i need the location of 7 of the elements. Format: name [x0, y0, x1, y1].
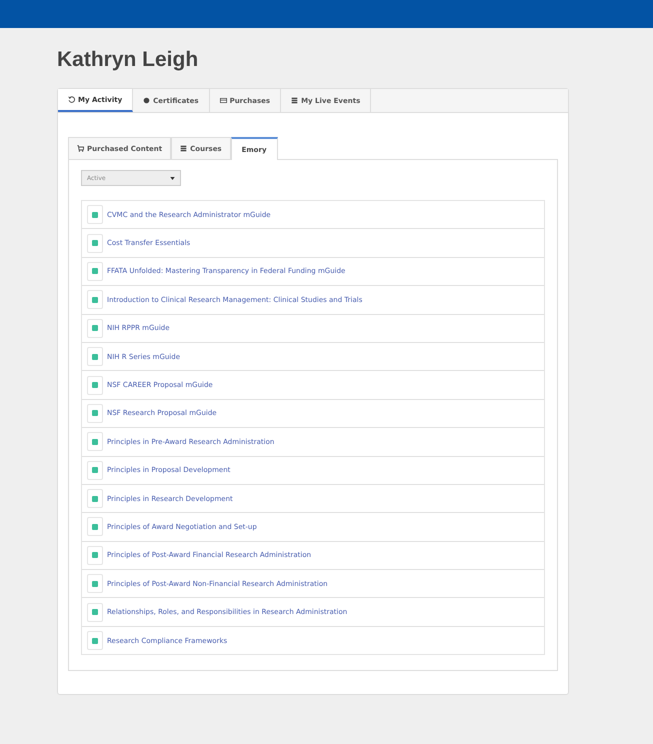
card-icon [220, 97, 227, 104]
history-icon [68, 96, 75, 103]
cart-icon [77, 145, 84, 152]
caret-icon [170, 176, 175, 180]
list-icon [291, 97, 298, 104]
user-name: Kathryn Leigh [57, 47, 200, 73]
list-icon [180, 145, 188, 152]
